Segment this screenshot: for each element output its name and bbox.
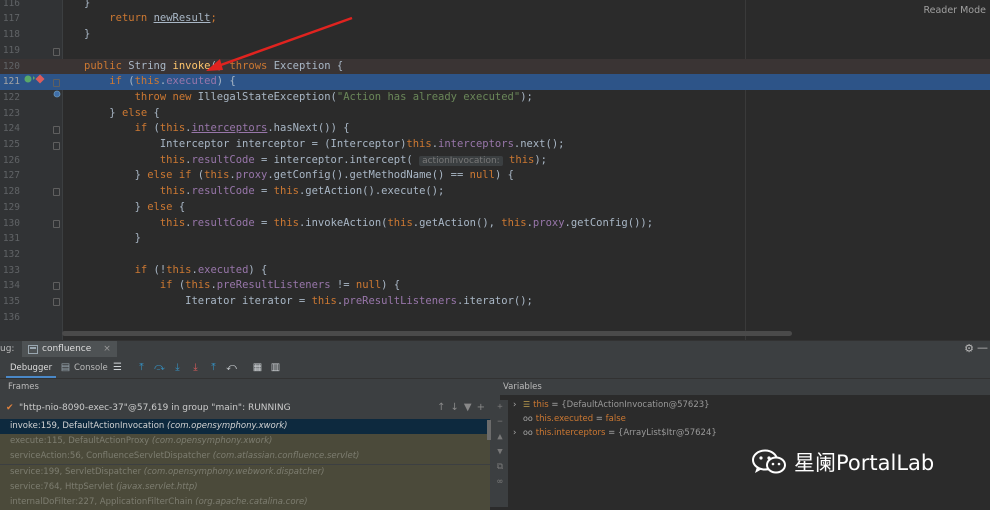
frame-package: (com.opensymphony.xwork) — [151, 436, 273, 447]
add-watch-icon[interactable]: + — [492, 400, 508, 415]
annotation-arrow-icon — [206, 16, 353, 71]
frame-package: (com.atlassian.confluence.servlet) — [212, 451, 360, 462]
thread-label: "http-nio-8090-exec-37"@57,619 in group … — [19, 403, 291, 413]
watch-icon: oo — [523, 428, 533, 437]
stack-frame[interactable]: internalDoFilter:227, ApplicationFilterC… — [0, 495, 490, 510]
frame-package: (com.opensymphony.xwork) — [167, 421, 288, 431]
wechat-logo-icon — [752, 449, 786, 474]
remove-watch-icon[interactable]: − — [492, 415, 508, 430]
fold-marker-icon[interactable] — [53, 298, 60, 306]
frame-package: (com.opensymphony.webwork.dispatcher) — [143, 466, 325, 477]
watch-icon: oo — [523, 414, 533, 423]
tool-window-label: ug: — [0, 344, 15, 354]
frames-scrollbar[interactable] — [487, 420, 491, 440]
debugger-toolbar: Debugger ▤ Console ☰ ⤒ ⤼ ⤓ ⤓ ⤒ ⤺ ▦ ▥ — [0, 358, 990, 379]
frame-package: (javax.servlet.http) — [116, 481, 198, 492]
run-config-tab[interactable]: confluence × — [22, 341, 117, 357]
thread-selector[interactable]: ✔ "http-nio-8090-exec-37"@57,619 in grou… — [0, 399, 500, 417]
close-icon[interactable]: × — [103, 344, 111, 354]
expand-icon[interactable]: › — [513, 426, 523, 440]
variables-side-toolbar: + − ▲ ▼ ⧉ ∞ — [492, 400, 508, 507]
watches-icon[interactable]: ∞ — [492, 475, 508, 490]
step-over-icon[interactable]: ⤼ — [154, 362, 165, 373]
frame-method: service:764, HttpServlet — [10, 481, 114, 492]
minimize-icon[interactable]: — — [977, 341, 988, 354]
frame-method: serviceAction:56, ConfluenceServletDispa… — [10, 451, 211, 462]
fold-marker-icon[interactable] — [53, 220, 60, 228]
object-icon: ☰ — [523, 400, 531, 409]
tab-debugger[interactable]: Debugger — [6, 358, 57, 378]
fold-marker-icon[interactable] — [53, 142, 60, 150]
watermark: 星阑PortalLab — [752, 447, 934, 477]
frames-header: Frames — [8, 382, 39, 392]
variables-header: Variables — [503, 382, 542, 392]
show-execution-point-icon[interactable]: ⤒ — [136, 362, 147, 373]
step-into-icon[interactable]: ⤓ — [172, 362, 183, 373]
stack-frame[interactable]: serviceAction:56, ConfluenceServletDispa… — [0, 449, 490, 465]
fold-marker-icon[interactable] — [53, 126, 60, 134]
watermark-text: 星阑PortalLab — [794, 451, 935, 475]
run-config-icon — [28, 344, 38, 354]
frame-method: invoke:159, DefaultActionInvocation — [10, 421, 165, 431]
frame-method: internalDoFilter:227, ApplicationFilterC… — [10, 497, 193, 507]
frame-method: execute:115, DefaultActionProxy — [10, 436, 150, 447]
force-step-into-icon[interactable]: ⤓ — [190, 362, 201, 373]
debug-tool-window-header: ug: confluence × ⚙ — — [0, 340, 990, 358]
stack-frame[interactable]: service:199, ServletDispatcher (com.open… — [0, 464, 490, 480]
tab-console[interactable]: Console — [70, 358, 112, 378]
fold-marker-icon[interactable] — [53, 282, 60, 290]
evaluate-expression-icon[interactable]: ▦ — [252, 362, 263, 373]
fold-marker-icon[interactable] — [53, 48, 60, 56]
stack-frame[interactable]: service:764, HttpServlet (javax.servlet.… — [0, 479, 490, 495]
move-down-icon[interactable]: ▼ — [492, 445, 508, 460]
frames-panel[interactable]: ✔ "http-nio-8090-exec-37"@57,619 in grou… — [0, 395, 500, 510]
drop-frame-icon[interactable]: ⤺ — [226, 362, 237, 373]
code-editor[interactable]: 116} 117 return newResult; 118} 119 120 publi… — [0, 0, 990, 340]
thread-nav-icons[interactable]: ↑↓▼+ — [437, 399, 490, 417]
step-out-icon[interactable]: ⤒ — [208, 362, 219, 373]
variable-row-executed[interactable]: oo this.executed = false — [523, 412, 626, 426]
run-config-label: confluence — [42, 344, 92, 354]
frame-method: service:199, ServletDispatcher — [10, 466, 142, 477]
stack-frame[interactable]: execute:115, DefaultActionProxy (com.ope… — [0, 434, 490, 450]
frame-package: (org.apache.catalina.core) — [195, 497, 308, 507]
trace-stream-icon[interactable]: ▥ — [270, 362, 281, 373]
expand-icon[interactable]: › — [513, 398, 523, 412]
variable-row-this[interactable]: › ☰ this = {DefaultActionInvocation@57623} — [513, 398, 710, 412]
copy-icon[interactable]: ⧉ — [492, 460, 508, 475]
variable-row-interceptors[interactable]: › oo this.interceptors = {ArrayList$Itr@57… — [513, 426, 717, 440]
thread-check-icon: ✔ — [6, 403, 14, 413]
fold-marker-icon[interactable] — [53, 79, 60, 87]
fold-marker-icon[interactable] — [53, 188, 60, 196]
gear-icon[interactable]: ⚙ — [964, 342, 974, 355]
stack-frame[interactable]: invoke:159, DefaultActionInvocation (com… — [0, 419, 490, 434]
threads-layout-icon[interactable]: ☰ — [112, 362, 123, 373]
move-up-icon[interactable]: ▲ — [492, 430, 508, 445]
